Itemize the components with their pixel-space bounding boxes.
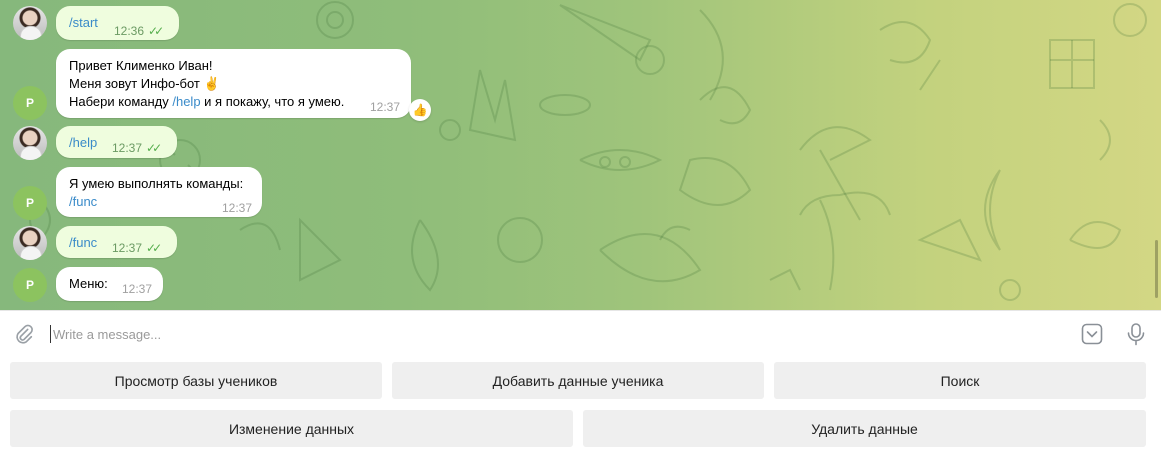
double-check-icon: ✓✓ [146,141,162,155]
message-line: Набери команду /help и я покажу, что я у… [69,93,344,111]
paperclip-icon[interactable] [10,320,38,348]
double-check-icon: ✓✓ [146,241,162,255]
message-bubble-incoming[interactable]: Привет Клименко Иван! Меня зовут Инфо-бо… [56,49,411,118]
bot-avatar-letter: P [25,96,34,110]
command-link[interactable]: /start [69,14,98,32]
message-bubble-outgoing[interactable]: /func 12:37 ✓✓ [56,226,177,258]
chat-history: /start 12:36 ✓✓ P Привет Клименко Иван! М… [0,0,1161,310]
message-text: Меню: [69,276,108,291]
user-avatar[interactable] [13,226,47,260]
message-time: 12:37 [370,100,401,114]
message-meta: 12:36 ✓✓ [114,22,164,40]
message-bubble-outgoing[interactable]: /start 12:36 ✓✓ [56,6,179,40]
message-meta: 12:37 ✓✓ [112,139,162,157]
keyboard-button-add-student[interactable]: Добавить данные ученика [392,362,764,399]
bot-avatar[interactable]: P [13,186,47,220]
keyboard-button-delete-data[interactable]: Удалить данные [583,410,1146,447]
message-composer [0,310,1161,357]
message-time: 12:37 [222,201,253,215]
microphone-icon[interactable] [1122,320,1150,348]
message-time: 12:36 [114,24,145,38]
command-link[interactable]: /func [69,193,243,211]
keyboard-toggle-icon[interactable] [1078,320,1106,348]
message-line: Меня зовут Инфо-бот ✌️ [69,76,220,91]
keyboard-button-edit-data[interactable]: Изменение данных [10,410,573,447]
command-link[interactable]: /func [69,234,97,252]
message-bubble-outgoing[interactable]: /help 12:37 ✓✓ [56,126,177,158]
command-link[interactable]: /help [69,134,97,152]
message-line: Привет Клименко Иван! [69,58,213,73]
reaction-badge[interactable]: 👍 [409,99,431,121]
message-time: 12:37 [112,141,143,155]
bot-reply-keyboard: Просмотр базы учеников Добавить данные у… [0,356,1161,454]
keyboard-button-search[interactable]: Поиск [774,362,1146,399]
double-check-icon: ✓✓ [148,24,164,38]
message-input[interactable] [50,325,1053,343]
message-bubble-incoming[interactable]: Меню: 12:37 [56,267,163,301]
bot-avatar[interactable]: P [13,86,47,120]
bot-avatar-letter: P [25,278,34,292]
message-line: Я умею выполнять команды: [69,176,244,191]
keyboard-button-view-students[interactable]: Просмотр базы учеников [10,362,382,399]
user-avatar[interactable] [13,6,47,40]
chat-scrollbar[interactable] [1155,240,1158,298]
message-meta: 12:37 ✓✓ [112,239,162,257]
bot-avatar-letter: P [25,196,34,210]
command-link[interactable]: /help [172,94,200,109]
message-text: и я покажу, что я умею. [200,94,345,109]
message-time: 12:37 [112,241,143,255]
bot-avatar[interactable]: P [13,268,47,302]
message-time: 12:37 [122,282,153,296]
chat-background-pattern [29,1,1147,301]
message-bubble-incoming[interactable]: Я умею выполнять команды: /func 12:37 [56,167,262,217]
message-text: Набери команду [69,94,173,109]
user-avatar[interactable] [13,126,47,160]
